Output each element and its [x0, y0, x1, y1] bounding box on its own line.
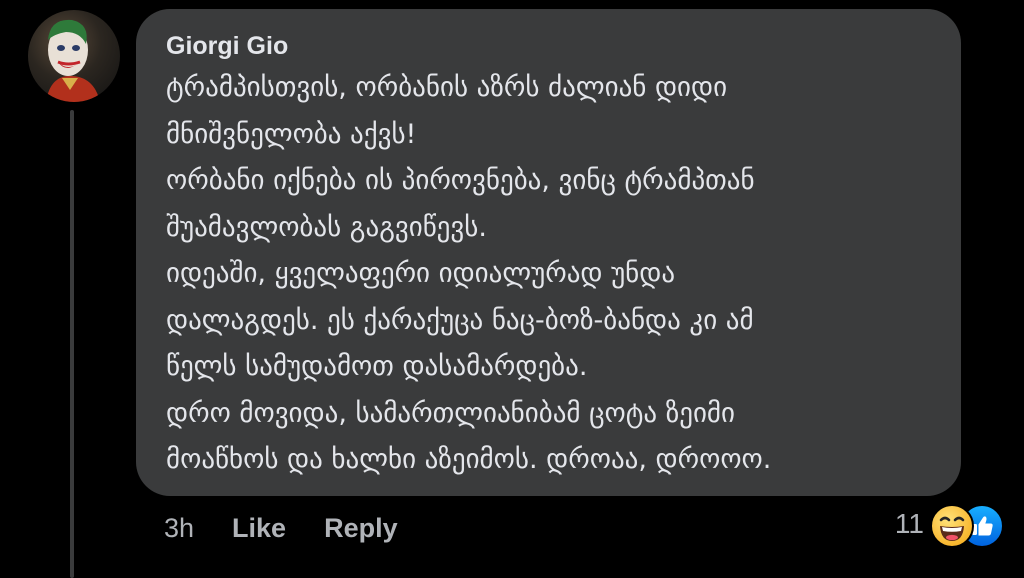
- comment-text-line: მნიშვნელობა აქვს!: [166, 118, 417, 150]
- comment-screen: Giorgi Gio ტრამპისთვის, ორბანის აზრს ძალ…: [0, 0, 1024, 578]
- like-button[interactable]: Like: [232, 513, 286, 544]
- comment-text-line: ტრამპისთვის, ორბანის აზრს ძალიან დიდი: [166, 72, 728, 103]
- comment-timestamp[interactable]: 3h: [164, 513, 194, 544]
- avatar-image: [46, 19, 100, 102]
- comment-text-line: იდეაში, ყველაფერი იდიალურად უნდა: [166, 258, 676, 289]
- comment-text-line: წელს სამუდამოთ დასამარდება.: [166, 351, 588, 382]
- avatar[interactable]: [28, 10, 120, 102]
- comment-author[interactable]: Giorgi Gio: [166, 31, 933, 61]
- haha-reaction-icon: [930, 504, 974, 548]
- reaction-icons[interactable]: [930, 501, 1006, 548]
- reaction-count[interactable]: 11: [895, 508, 924, 540]
- comment-text-line: დალაგდეს. ეს ქარაქუცა ნაც-ბოზ-ბანდა კი ა…: [166, 304, 754, 336]
- comment-actions: 3h Like Reply: [164, 508, 398, 548]
- comment-text-line: მოაწხოს და ხალხი აზეიმოს. დროაა, დროოო.: [166, 444, 772, 475]
- reply-thread-line: [70, 110, 74, 578]
- reply-button[interactable]: Reply: [324, 513, 398, 544]
- comment-text-line: ორბანი იქნება ის პიროვნება, ვინც ტრამპთა…: [166, 165, 755, 196]
- comment-text-line: შუამავლობას გაგვიწევს.: [166, 211, 487, 243]
- comment-bubble: Giorgi Gio ტრამპისთვის, ორბანის აზრს ძალ…: [136, 9, 961, 496]
- reactions-summary[interactable]: 11: [895, 500, 1006, 548]
- comment-text-line: დრო მოვიდა, სამართლიანიბამ ცოტა ზეიმი: [166, 397, 736, 429]
